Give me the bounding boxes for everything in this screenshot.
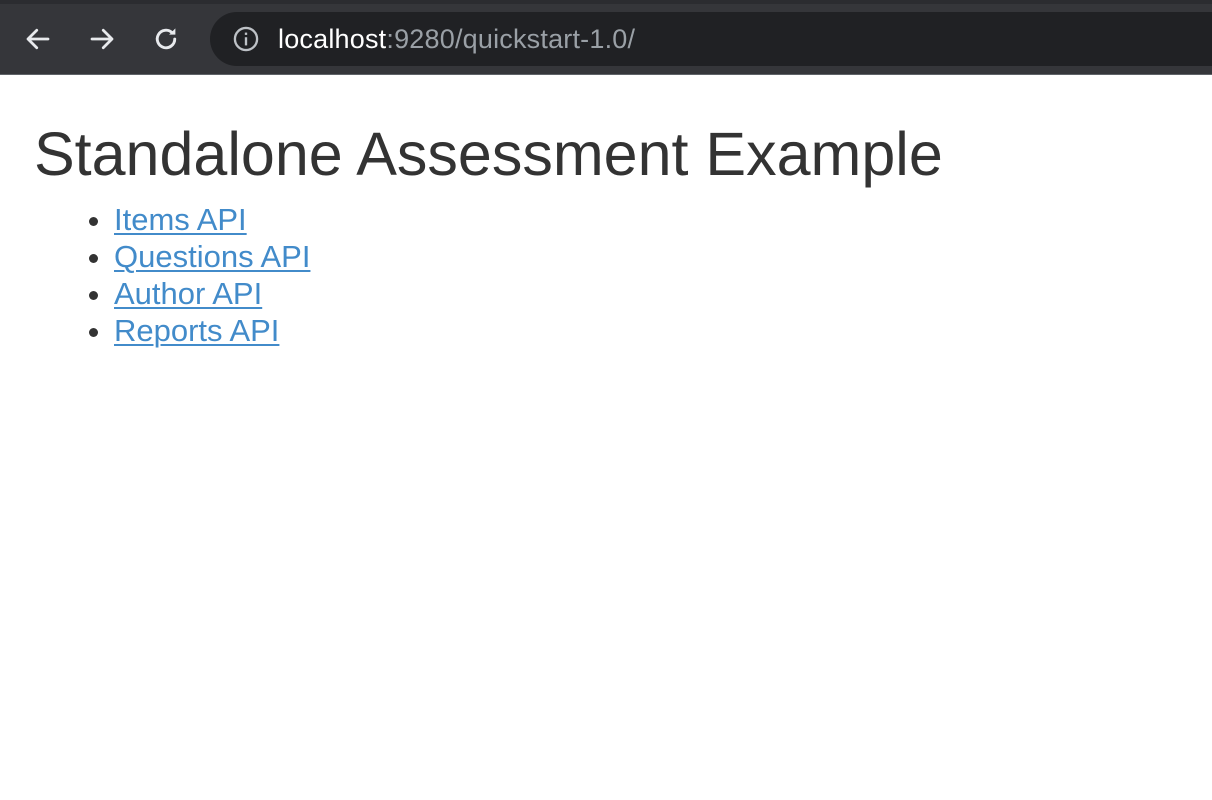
browser-toolbar: localhost:9280/quickstart-1.0/ [0,0,1212,75]
reload-button[interactable] [144,4,188,74]
author-api-link[interactable]: Author API [114,276,262,311]
info-circle-icon[interactable] [232,25,260,53]
arrow-left-icon [26,28,50,50]
url-path: :9280/quickstart-1.0/ [386,24,636,54]
reports-api-link[interactable]: Reports API [114,313,279,348]
questions-api-link[interactable]: Questions API [114,239,310,274]
reload-icon [155,28,177,50]
forward-button[interactable] [80,4,124,74]
address-bar[interactable]: localhost:9280/quickstart-1.0/ [210,12,1212,66]
url-text[interactable]: localhost:9280/quickstart-1.0/ [278,12,635,66]
page-content: Standalone Assessment Example Items API … [0,75,1212,349]
page-title: Standalone Assessment Example [34,120,943,188]
items-api-link[interactable]: Items API [114,202,247,237]
list-item: Reports API [114,312,1178,349]
api-link-list: Items API Questions API Author API Repor… [34,201,1178,349]
list-item: Author API [114,275,1178,312]
list-item: Questions API [114,238,1178,275]
url-host: localhost [278,24,387,54]
list-item: Items API [114,201,1178,238]
back-button[interactable] [16,4,60,74]
arrow-right-icon [90,28,114,50]
